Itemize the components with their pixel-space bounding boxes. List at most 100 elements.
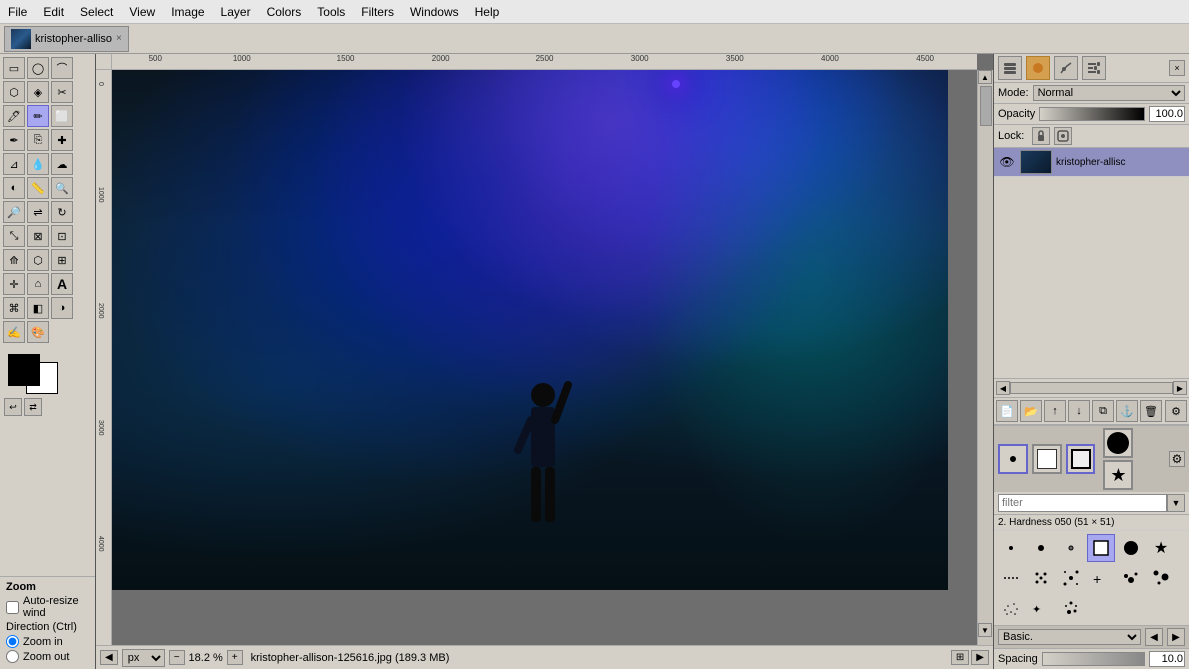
tool-transform[interactable]: ⟰ — [3, 249, 25, 271]
layer-visibility-eye[interactable]: 👁 — [998, 153, 1016, 171]
layer-row[interactable]: 👁 kristopher-allisc — [994, 148, 1189, 177]
canvas-scroll-vertical[interactable]: ▲ ▼ — [977, 70, 993, 653]
tool-mybrush[interactable]: 🎨 — [27, 321, 49, 343]
brush-preset-black-circle[interactable] — [1103, 428, 1133, 458]
spacing-value[interactable] — [1149, 651, 1185, 667]
brush-item-3[interactable] — [1057, 534, 1085, 562]
brush-preset-circle[interactable] — [998, 444, 1028, 474]
canvas-area[interactable] — [112, 70, 977, 653]
brush-preset-star[interactable]: ★ — [1103, 460, 1133, 490]
tool-ellipse-select[interactable]: ◯ — [27, 57, 49, 79]
tool-text[interactable]: A — [51, 273, 73, 295]
brush-item-2[interactable] — [1027, 534, 1055, 562]
scroll-v-up[interactable]: ▲ — [978, 70, 992, 84]
layer-delete-btn[interactable]: 🗑 — [1140, 400, 1162, 422]
right-icon-dynamics[interactable] — [1054, 56, 1078, 80]
tool-move[interactable]: ✛ — [3, 273, 25, 295]
menu-item-view[interactable]: View — [121, 3, 163, 21]
brushes-next[interactable]: ▶ — [1167, 628, 1185, 646]
tool-warp[interactable]: ⌘ — [3, 297, 25, 319]
tool-clone[interactable]: ⎘ — [27, 129, 49, 151]
brush-item-4-selected[interactable] — [1087, 534, 1115, 562]
menu-item-edit[interactable]: Edit — [35, 3, 72, 21]
lock-pixels-btn[interactable] — [1032, 127, 1050, 145]
brush-item-9[interactable] — [1057, 564, 1085, 592]
tool-rotate[interactable]: ↻ — [51, 201, 73, 223]
tool-scissors[interactable]: ✂ — [51, 81, 73, 103]
tool-smudge[interactable]: ☁ — [51, 153, 73, 175]
brush-preset-square-selected[interactable] — [1066, 444, 1096, 474]
tool-dodge-burn[interactable]: ◐ — [3, 177, 25, 199]
menu-item-colors[interactable]: Colors — [259, 3, 310, 21]
brush-item-12[interactable] — [1147, 564, 1175, 592]
menu-item-help[interactable]: Help — [467, 3, 508, 21]
status-nav-right[interactable]: ▶ — [971, 650, 989, 665]
tool-select-by-color[interactable]: ◈ — [27, 81, 49, 103]
brush-item-15[interactable] — [1057, 594, 1085, 622]
scroll-v-down[interactable]: ▼ — [978, 623, 992, 637]
brush-item-8[interactable] — [1027, 564, 1055, 592]
zoom-out-radio[interactable] — [6, 650, 19, 663]
scroll-v-thumb[interactable] — [980, 86, 992, 126]
right-icon-brush[interactable] — [1026, 56, 1050, 80]
foreground-color[interactable] — [8, 354, 40, 386]
right-panel-close[interactable]: × — [1169, 60, 1185, 76]
tool-color-picker[interactable]: 🔍 — [51, 177, 73, 199]
tool-cage[interactable]: ⬡ — [27, 249, 49, 271]
brush-item-1[interactable] — [997, 534, 1025, 562]
brush-item-5[interactable] — [1117, 534, 1145, 562]
layer-raise-btn[interactable]: ↑ — [1044, 400, 1066, 422]
swap-colors-icon[interactable]: ⇄ — [24, 398, 42, 416]
menu-item-file[interactable]: File — [0, 3, 35, 21]
spacing-slider[interactable] — [1042, 652, 1145, 666]
tool-fuzzy-select[interactable]: ⬡ — [3, 81, 25, 103]
layer-lower-btn[interactable]: ↓ — [1068, 400, 1090, 422]
tab-close-button[interactable]: × — [116, 33, 122, 44]
opacity-value[interactable] — [1149, 106, 1185, 122]
layer-new-btn[interactable]: 📄 — [996, 400, 1018, 422]
tool-blur[interactable]: 💧 — [27, 153, 49, 175]
brush-item-star[interactable]: ★ — [1147, 534, 1175, 562]
brushes-category-select[interactable]: Basic. Acrylic Calligraphic — [998, 629, 1141, 645]
layers-scroll-track[interactable] — [1010, 382, 1173, 394]
tool-rectangle-select[interactable]: ▭ — [3, 57, 25, 79]
layer-open-btn[interactable]: 📂 — [1020, 400, 1042, 422]
mode-select[interactable]: Normal Multiply Screen Overlay — [1033, 85, 1185, 101]
tool-perspective[interactable]: ⊡ — [51, 225, 73, 247]
brush-item-13[interactable] — [997, 594, 1025, 622]
brush-item-7[interactable] — [997, 564, 1025, 592]
tool-eraser[interactable]: ⬜ — [51, 105, 73, 127]
status-nav-left[interactable]: ◀ — [100, 650, 118, 665]
brush-item-14[interactable]: ✦ — [1027, 594, 1055, 622]
tool-perspective-clone[interactable]: ⊿ — [3, 153, 25, 175]
lock-position-btn[interactable] — [1054, 127, 1072, 145]
image-tab[interactable]: kristopher-alliso × — [4, 26, 129, 52]
layer-config-btn[interactable]: ⚙ — [1165, 400, 1187, 422]
right-icon-tool-options[interactable] — [1082, 56, 1106, 80]
tool-align[interactable]: ⊞ — [51, 249, 73, 271]
menu-item-layer[interactable]: Layer — [213, 3, 259, 21]
brushes-prev[interactable]: ◀ — [1145, 628, 1163, 646]
layers-scroll-left[interactable]: ◀ — [996, 381, 1010, 395]
menu-item-image[interactable]: Image — [163, 3, 212, 21]
tool-bucket[interactable]: ◧ — [27, 297, 49, 319]
layer-anchor-btn[interactable]: ⚓ — [1116, 400, 1138, 422]
menu-item-select[interactable]: Select — [72, 3, 121, 21]
tool-shear[interactable]: ⊠ — [27, 225, 49, 247]
brush-filter-input[interactable] — [998, 494, 1167, 512]
tool-ink[interactable]: ✍ — [3, 321, 25, 343]
tool-crop[interactable]: ⌂ — [27, 273, 49, 295]
status-zoom-fit[interactable]: ⊞ — [951, 650, 969, 665]
tool-flip[interactable]: ⇌ — [27, 201, 49, 223]
menu-item-filters[interactable]: Filters — [353, 3, 402, 21]
tool-paths[interactable]: 🖊 — [3, 105, 25, 127]
tool-heal[interactable]: ✚ — [51, 129, 73, 151]
brushes-config-btn[interactable]: ⚙ — [1169, 451, 1185, 467]
opacity-slider[interactable] — [1039, 107, 1145, 121]
zoom-in-status[interactable]: + — [227, 650, 243, 665]
brush-item-11[interactable] — [1117, 564, 1145, 592]
menu-item-windows[interactable]: Windows — [402, 3, 467, 21]
tool-pencil[interactable]: ✒ — [3, 129, 25, 151]
auto-resize-checkbox[interactable] — [6, 601, 19, 614]
menu-item-tools[interactable]: Tools — [309, 3, 353, 21]
